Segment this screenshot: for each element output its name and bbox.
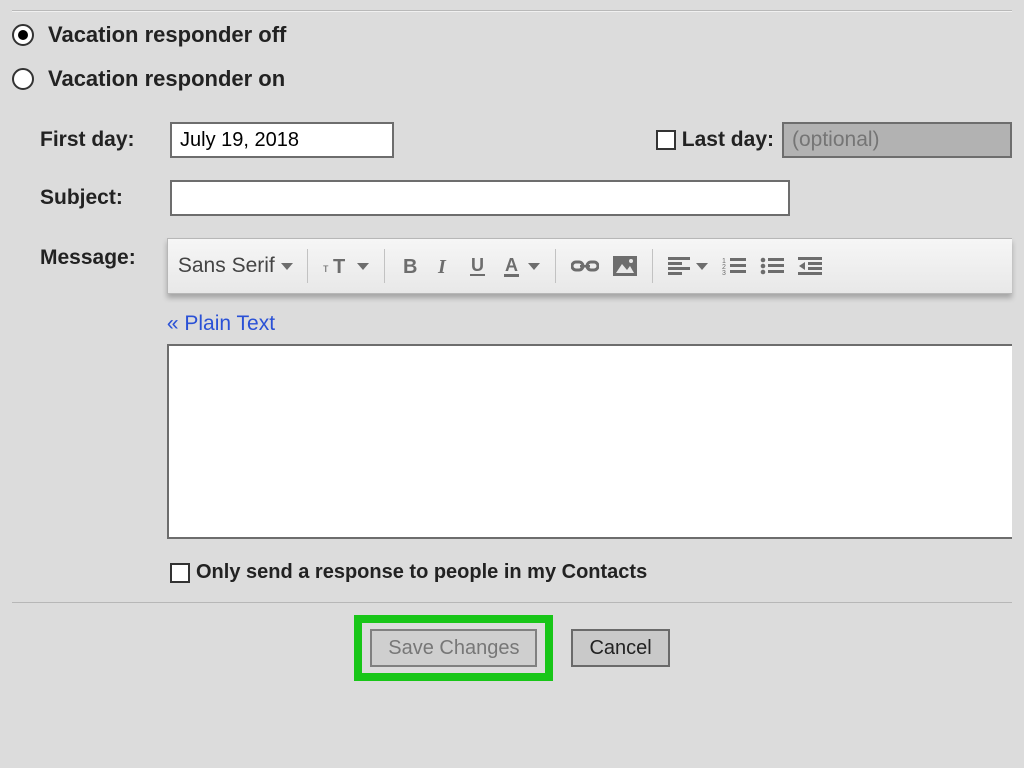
message-label: Message: [40, 246, 167, 270]
vacation-responder-on-row[interactable]: Vacation responder on [12, 56, 1012, 100]
last-day-label: Last day: [682, 128, 774, 152]
subject-label: Subject: [40, 186, 170, 210]
message-row: Message: Sans Serif тT B [40, 238, 1012, 539]
last-day-checkbox[interactable] [656, 130, 676, 150]
svg-text:T: T [333, 256, 345, 277]
svg-text:U: U [471, 255, 484, 275]
contacts-only-checkbox[interactable] [170, 563, 190, 583]
numbered-list-button[interactable]: 1 2 3 [715, 253, 753, 279]
outdent-button[interactable] [791, 253, 829, 279]
caret-down-icon [357, 263, 369, 270]
bullet-list-button[interactable] [753, 253, 791, 279]
first-day-label: First day: [40, 128, 170, 152]
align-button[interactable] [661, 253, 715, 279]
svg-text:B: B [403, 256, 417, 277]
italic-button[interactable]: I [427, 251, 461, 281]
svg-text:I: I [437, 256, 447, 277]
save-highlight: Save Changes [354, 615, 553, 681]
subject-row: Subject: [40, 180, 1012, 216]
svg-text:3: 3 [722, 270, 726, 275]
font-size-button[interactable]: тT [316, 251, 376, 281]
plain-text-link[interactable]: « Plain Text [167, 312, 275, 335]
radio-off-label: Vacation responder off [48, 22, 286, 48]
font-family-dropdown[interactable]: Sans Serif [174, 250, 299, 282]
caret-down-icon [281, 263, 293, 270]
image-button[interactable] [606, 252, 644, 280]
contacts-only-label: Only send a response to people in my Con… [196, 561, 647, 584]
caret-down-icon [696, 263, 708, 270]
plain-text-link-row: « Plain Text [167, 312, 1012, 336]
contacts-only-row[interactable]: Only send a response to people in my Con… [170, 561, 1012, 584]
cancel-button[interactable]: Cancel [571, 629, 669, 667]
first-day-input[interactable] [170, 122, 394, 158]
link-button[interactable] [564, 252, 606, 280]
first-day-row: First day: Last day: [40, 122, 1012, 158]
caret-down-icon [528, 263, 540, 270]
svg-text:A: A [505, 255, 518, 275]
bold-button[interactable]: B [393, 251, 427, 281]
radio-on-label: Vacation responder on [48, 66, 285, 92]
svg-text:т: т [323, 261, 329, 275]
radio-off[interactable] [12, 24, 34, 46]
editor-toolbar: Sans Serif тT B I [167, 238, 1012, 294]
text-color-button[interactable]: A [495, 250, 547, 282]
last-day-input[interactable] [782, 122, 1012, 158]
vacation-responder-off-row[interactable]: Vacation responder off [12, 12, 1012, 56]
save-button[interactable]: Save Changes [370, 629, 537, 667]
subject-input[interactable] [170, 180, 790, 216]
font-family-label: Sans Serif [178, 254, 275, 278]
underline-button[interactable]: U [461, 250, 495, 282]
radio-on[interactable] [12, 68, 34, 90]
message-editor[interactable] [167, 344, 1012, 539]
footer-buttons: Save Changes Cancel [12, 602, 1012, 681]
